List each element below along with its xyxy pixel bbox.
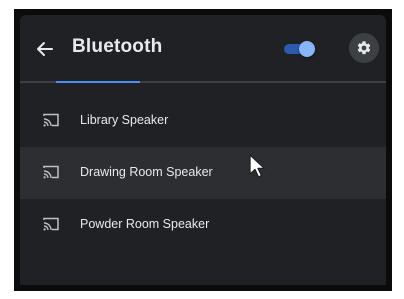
back-button[interactable] [34, 38, 56, 60]
cast-icon [43, 217, 59, 231]
cast-icon [43, 113, 59, 127]
bluetooth-panel: Bluetooth Library Speaker Drawing Room S… [20, 15, 386, 285]
device-row-powder-room-speaker[interactable]: Powder Room Speaker [20, 199, 386, 251]
device-name: Library Speaker [80, 113, 169, 127]
scan-progress-bar [56, 81, 140, 83]
device-row-drawing-room-speaker[interactable]: Drawing Room Speaker [20, 147, 386, 199]
device-row-library-speaker[interactable]: Library Speaker [20, 95, 386, 147]
device-name: Drawing Room Speaker [80, 165, 213, 179]
settings-button[interactable] [349, 33, 379, 63]
page-title: Bluetooth [72, 36, 163, 57]
toggle-knob [299, 41, 315, 57]
cast-icon [43, 165, 59, 179]
device-name: Powder Room Speaker [80, 217, 210, 231]
header: Bluetooth [20, 15, 386, 81]
bluetooth-toggle[interactable] [281, 41, 315, 57]
device-list: Library Speaker Drawing Room Speaker Pow… [20, 95, 386, 251]
arrow-left-icon [34, 38, 56, 60]
screen-frame: Bluetooth Library Speaker Drawing Room S… [14, 9, 392, 291]
